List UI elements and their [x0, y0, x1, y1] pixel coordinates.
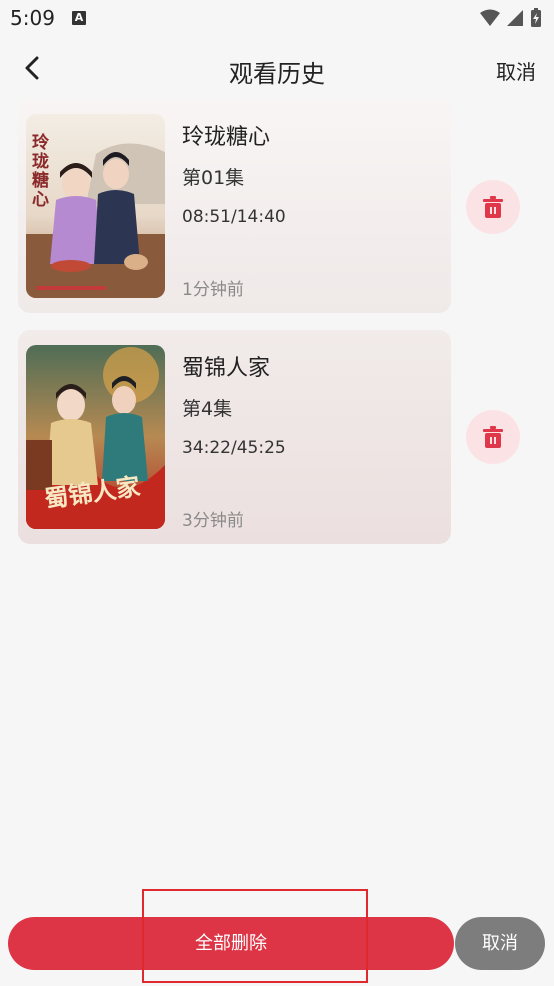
delete-all-button[interactable]: 全部删除: [8, 917, 454, 970]
bottom-action-bar: 全部删除 取消: [0, 889, 554, 986]
status-time: 5:09: [10, 6, 55, 30]
history-item[interactable]: 玲珑糖心 玲珑糖心 第01集 08:51/14:40 1分钟前: [18, 99, 451, 313]
wifi-icon: [480, 9, 500, 26]
nav-bar: 观看历史 取消: [0, 38, 554, 98]
watch-progress: 08:51/14:40: [182, 207, 286, 227]
cancel-button[interactable]: 取消: [455, 917, 545, 970]
drama-poster-icon: 蜀锦人家: [26, 345, 165, 529]
nav-cancel-button[interactable]: 取消: [496, 56, 536, 85]
history-item[interactable]: 蜀锦人家 蜀锦人家 第4集 34:22/45:25 3分钟前: [18, 330, 451, 544]
trash-icon: [483, 196, 503, 218]
drama-poster-icon: 玲珑糖心: [26, 114, 165, 298]
episode-label: 第4集: [182, 398, 233, 420]
poster-title: 玲珑糖心: [32, 133, 49, 210]
trash-icon: [483, 426, 503, 448]
drama-title: 蜀锦人家: [182, 356, 271, 381]
delete-button[interactable]: [466, 410, 520, 464]
status-bar: 5:09 A: [0, 0, 554, 38]
episode-label: 第01集: [182, 167, 245, 189]
watched-time: 1分钟前: [182, 280, 244, 300]
drama-title: 玲珑糖心: [182, 125, 271, 150]
signal-icon: [507, 10, 523, 26]
delete-button[interactable]: [466, 180, 520, 234]
battery-icon: [531, 8, 541, 27]
status-icons: [480, 8, 542, 28]
watched-time: 3分钟前: [182, 511, 244, 531]
page-title: 观看历史: [229, 60, 325, 88]
watch-progress: 34:22/45:25: [182, 438, 286, 458]
notification-icon: A: [72, 11, 86, 25]
